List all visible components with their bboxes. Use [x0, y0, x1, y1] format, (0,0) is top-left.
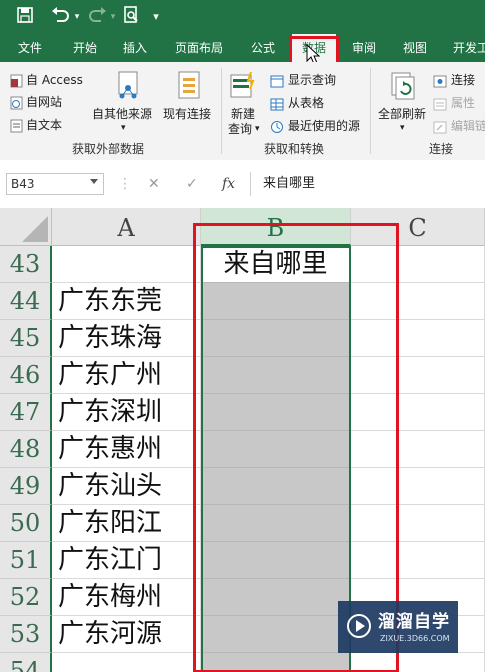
- name-box-dropdown-icon[interactable]: [90, 179, 98, 184]
- redo-dropdown-icon[interactable]: ▾: [108, 6, 118, 28]
- name-box[interactable]: B43: [6, 173, 104, 195]
- watermark-url: ZIXUE.3D66.COM: [380, 634, 450, 643]
- group-label-get-external: 获取外部数据: [72, 142, 145, 156]
- cell-a[interactable]: 广东珠海: [52, 320, 201, 357]
- new-query-dropdown-icon[interactable]: ▾: [255, 121, 260, 137]
- existing-connections-button[interactable]: 现有连接: [163, 106, 211, 122]
- formula-bar: B43 ⋮ ✕ ✓ fx 来自哪里: [0, 160, 485, 208]
- new-query-button[interactable]: 新建: [231, 106, 255, 122]
- refresh-all-dropdown-icon[interactable]: ▾: [400, 120, 405, 136]
- existing-connections-icon: [175, 70, 203, 104]
- from-table-button[interactable]: 从表格: [288, 95, 324, 111]
- from-table-icon: [270, 96, 284, 115]
- excel-window: ▾ ▾ ▾ 文件 开始 插入 页面布局 公式 数据 审阅 视图 开发工 自 Ac…: [0, 0, 485, 672]
- undo-dropdown-icon[interactable]: ▾: [72, 6, 82, 28]
- cell-a[interactable]: 广东广州: [52, 357, 201, 394]
- other-sources-dropdown-icon[interactable]: ▾: [121, 120, 126, 136]
- cell-a[interactable]: 广东梅州: [52, 579, 201, 616]
- insert-function-icon[interactable]: fx: [222, 175, 235, 193]
- group-label-connections: 连接: [429, 142, 454, 156]
- group-separator: [370, 68, 371, 154]
- tab-developer[interactable]: 开发工: [453, 34, 485, 62]
- tab-home[interactable]: 开始: [73, 34, 97, 62]
- cell-a[interactable]: 广东惠州: [52, 431, 201, 468]
- row-header[interactable]: 51: [0, 542, 52, 579]
- show-queries-icon: [270, 73, 284, 92]
- cell-a[interactable]: 广东阳江: [52, 505, 201, 542]
- select-all-button[interactable]: [0, 208, 52, 246]
- ribbon-data: 自 Access 自网站 自文本 自其他来源 ▾ 现有连接 获取外部数据 新建 …: [0, 62, 485, 161]
- group-separator: [221, 68, 222, 154]
- text-file-icon: [10, 118, 23, 137]
- recent-sources-icon: [270, 119, 284, 138]
- cell-a[interactable]: 广东东莞: [52, 283, 201, 320]
- tab-page-layout[interactable]: 页面布局: [175, 34, 223, 62]
- tab-formulas[interactable]: 公式: [251, 34, 275, 62]
- row-header[interactable]: 54: [0, 653, 52, 672]
- connections-icon: [433, 73, 447, 92]
- separator-dots-icon: ⋮: [118, 176, 132, 192]
- row-header[interactable]: 47: [0, 394, 52, 431]
- enter-icon[interactable]: ✓: [186, 175, 198, 193]
- row-header[interactable]: 50: [0, 505, 52, 542]
- cancel-icon[interactable]: ✕: [148, 175, 160, 193]
- group-label-transform: 获取和转换: [264, 142, 325, 156]
- cell-a[interactable]: [52, 246, 201, 283]
- undo-icon[interactable]: [48, 6, 72, 28]
- row-header[interactable]: 46: [0, 357, 52, 394]
- column-header-a[interactable]: A: [52, 208, 201, 246]
- show-queries-button[interactable]: 显示查询: [288, 72, 336, 88]
- watermark-logo: 溜溜自学 ZIXUE.3D66.COM: [338, 601, 458, 653]
- new-query-button-line2[interactable]: 查询: [228, 121, 252, 137]
- other-sources-icon: [113, 70, 143, 104]
- ribbon-tabs: 文件 开始 插入 页面布局 公式 数据 审阅 视图 开发工: [0, 34, 485, 62]
- row-header[interactable]: 49: [0, 468, 52, 505]
- row-header[interactable]: 44: [0, 283, 52, 320]
- customize-qat-button[interactable]: ▾: [150, 6, 162, 28]
- cell-a[interactable]: 广东汕头: [52, 468, 201, 505]
- cell-a[interactable]: [52, 653, 201, 672]
- from-access-button[interactable]: 自 Access: [26, 72, 83, 88]
- from-text-button[interactable]: 自文本: [26, 117, 62, 133]
- access-icon: [10, 73, 23, 92]
- row-header[interactable]: 48: [0, 431, 52, 468]
- row-header[interactable]: 53: [0, 616, 52, 653]
- row-header[interactable]: 43: [0, 246, 52, 283]
- tab-view[interactable]: 视图: [403, 34, 427, 62]
- cell-a[interactable]: 广东深圳: [52, 394, 201, 431]
- print-preview-icon[interactable]: [120, 6, 142, 28]
- from-web-button[interactable]: 自网站: [26, 94, 62, 110]
- cell-a[interactable]: 广东江门: [52, 542, 201, 579]
- properties-button[interactable]: 属性: [451, 95, 475, 111]
- row-header[interactable]: 45: [0, 320, 52, 357]
- tab-file[interactable]: 文件: [18, 34, 42, 62]
- connections-button[interactable]: 连接: [451, 72, 475, 88]
- play-logo-icon: [347, 614, 371, 638]
- web-icon: [10, 95, 23, 114]
- edit-links-icon: [433, 119, 447, 138]
- cell-a[interactable]: 广东河源: [52, 616, 201, 653]
- recent-sources-button[interactable]: 最近使用的源: [288, 118, 360, 134]
- redo-icon[interactable]: [86, 6, 110, 28]
- properties-icon: [433, 96, 447, 115]
- row-header[interactable]: 52: [0, 579, 52, 616]
- refresh-all-icon: [388, 71, 418, 107]
- formula-input[interactable]: 来自哪里: [250, 172, 485, 196]
- save-icon[interactable]: [14, 6, 36, 28]
- quick-access-toolbar: ▾ ▾ ▾: [0, 0, 485, 34]
- edit-links-button[interactable]: 编辑链: [451, 118, 485, 134]
- watermark-title: 溜溜自学: [378, 612, 450, 632]
- new-query-icon: [229, 71, 259, 103]
- tab-insert[interactable]: 插入: [123, 34, 147, 62]
- tab-review[interactable]: 审阅: [352, 34, 376, 62]
